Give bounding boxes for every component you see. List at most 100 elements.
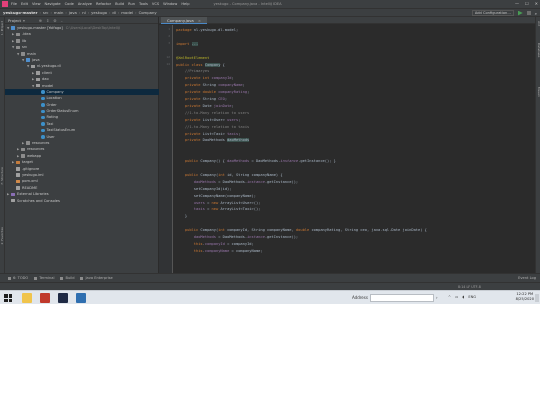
taskbar-clock[interactable]: 12:22 PM 8/25/2020 xyxy=(516,292,534,302)
add-configuration-button[interactable]: Add Configuration... xyxy=(471,10,514,16)
breadcrumb-separator: › xyxy=(135,10,137,15)
code-token: companyName xyxy=(218,83,243,88)
breadcrumb-main[interactable]: main xyxy=(54,10,64,15)
run-icon[interactable] xyxy=(517,10,523,16)
code-line[interactable]: public Company() { daoMethods = DaoMetho… xyxy=(176,158,336,164)
code-line[interactable]: private DaoMethods daoMethods xyxy=(176,137,250,143)
terminal-icon xyxy=(34,276,38,280)
collapse-icon[interactable]: ⇕ xyxy=(46,18,49,23)
code-line[interactable]: taxis = new ArrayList<Taxi>(); xyxy=(176,206,261,212)
code-line[interactable]: //1-to-Many relation to users xyxy=(176,110,249,116)
todo-tool-button[interactable]: 6: TODO xyxy=(8,276,28,280)
language-indicator[interactable]: ENG xyxy=(468,295,476,299)
menu-edit[interactable]: Edit xyxy=(21,2,28,6)
show-desktop-button[interactable] xyxy=(535,294,539,302)
code-line[interactable]: //Primaryes xyxy=(176,68,209,74)
java-enterprise-tool-button[interactable]: Java Enterprise xyxy=(80,276,113,280)
code-line[interactable]: public class Company { xyxy=(176,62,225,68)
code-line[interactable]: private Date joinDate; xyxy=(176,103,234,109)
intellij-taskbar-icon[interactable] xyxy=(58,293,68,303)
code-line[interactable]: private String CEO; xyxy=(176,96,227,102)
maximize-icon[interactable]: ☐ xyxy=(525,1,529,6)
menu-vcs[interactable]: VCS xyxy=(152,2,159,6)
menu-analyze[interactable]: Analyze xyxy=(78,2,92,6)
code-line[interactable]: daoMethods = DaoMethods.instance.getInst… xyxy=(176,234,298,240)
menu-help[interactable]: Help xyxy=(181,2,189,6)
cursor-position[interactable]: 8:14 LF UTF-8 xyxy=(458,285,481,289)
code-line[interactable]: setCompanyId(id); xyxy=(176,186,232,192)
breadcrumb-project[interactable]: yeskugo-master xyxy=(3,10,37,15)
code-token: @XmlRootElement xyxy=(176,55,210,60)
app-icon[interactable] xyxy=(40,293,50,303)
code-token: ; xyxy=(238,117,241,122)
breadcrumb-src[interactable]: src xyxy=(43,10,49,15)
code-line[interactable]: private String companyName; xyxy=(176,82,245,88)
menu-run[interactable]: Run xyxy=(128,2,135,6)
code-line[interactable]: //1-to-Many relation to taxis xyxy=(176,124,249,130)
code-line[interactable]: daoMethods = DaoMethods.instance.getInst… xyxy=(176,179,298,185)
menu-view[interactable]: View xyxy=(32,2,41,6)
address-go-icon[interactable]: › xyxy=(436,295,438,300)
code-line[interactable]: import ... xyxy=(176,41,199,47)
code-token: daoMethods xyxy=(176,235,216,239)
event-log-button[interactable]: Event Log xyxy=(518,276,536,280)
project-panel-title[interactable]: Project xyxy=(8,18,21,23)
breadcrumb-yeskugo[interactable]: yeskugo xyxy=(91,10,107,15)
editor-tab-company[interactable]: Company.java × xyxy=(161,17,208,24)
build-tool-button[interactable]: Build xyxy=(60,276,74,280)
code-line[interactable]: this.companyName = companyName; xyxy=(176,248,263,254)
file-explorer-icon[interactable] xyxy=(22,293,32,303)
folder-icon xyxy=(21,52,25,56)
breadcrumb-dl[interactable]: dl xyxy=(112,10,115,15)
menu-navigate[interactable]: Navigate xyxy=(45,2,61,6)
menu-window[interactable]: Window xyxy=(163,2,177,6)
stop-icon[interactable] xyxy=(526,11,531,15)
menu-tools[interactable]: Tools xyxy=(139,2,148,6)
windows-start-icon[interactable] xyxy=(4,294,12,302)
network-icon[interactable]: ▭ xyxy=(455,295,458,299)
code-line[interactable]: } xyxy=(176,213,187,219)
address-input[interactable] xyxy=(370,294,434,302)
code-line[interactable]: users = new ArrayList<User>(); xyxy=(176,200,261,206)
code-line[interactable]: package nl.yeskugo.dl.model; xyxy=(176,27,238,33)
menu-file[interactable]: File xyxy=(11,2,17,6)
locate-icon[interactable]: ⊕ xyxy=(39,18,42,23)
windows-taskbar: Address › ^ ▭ ◖ ENG 12:22 PM 8/25/2020 xyxy=(0,290,540,304)
code-line[interactable]: private double companyRating; xyxy=(176,89,249,95)
hide-icon[interactable]: – xyxy=(61,18,63,23)
code-token: Company( xyxy=(200,228,219,233)
browser-taskbar-icon[interactable] xyxy=(76,293,86,303)
close-icon[interactable]: ✕ xyxy=(535,1,538,6)
project-panel: Project ▾ ⊕ ⇕ ⚙ – ▼ yeskugo-master [Yolfa… xyxy=(5,17,159,273)
tray-up-arrow-icon[interactable]: ^ xyxy=(448,295,451,299)
class-icon xyxy=(41,128,45,133)
volume-icon[interactable]: ◖ xyxy=(462,295,464,299)
menu-code[interactable]: Code xyxy=(65,2,74,6)
code-token: .getInstance(); xyxy=(264,235,299,239)
minimize-icon[interactable]: — xyxy=(515,1,519,6)
breadcrumb-separator: › xyxy=(108,10,111,15)
tab-close-icon[interactable]: × xyxy=(198,18,201,23)
tree-item[interactable]: Scratches and Consoles xyxy=(5,198,159,204)
code-line[interactable]: public Company(int id, String companyNam… xyxy=(176,172,283,178)
code-line[interactable]: private List<Taxi> taxis; xyxy=(176,131,241,137)
breadcrumb-model[interactable]: model xyxy=(121,10,133,15)
code-area[interactable]: package nl.yeskugo.dl.model; import ... @X… xyxy=(176,25,535,273)
code-line[interactable]: this.companyId = companyId; xyxy=(176,241,254,247)
breadcrumb-nl[interactable]: nl xyxy=(82,10,85,15)
menu-build[interactable]: Build xyxy=(115,2,124,6)
search-icon[interactable]: ⌕ xyxy=(535,11,537,16)
code-line[interactable]: @XmlRootElement xyxy=(176,55,209,61)
menu-refactor[interactable]: Refactor xyxy=(96,2,111,6)
code-token: Company xyxy=(204,62,221,67)
terminal-tool-button[interactable]: Terminal xyxy=(34,276,54,280)
breadcrumb-company[interactable]: Company xyxy=(139,10,157,15)
settings-gear-icon[interactable]: ⚙ xyxy=(53,18,56,23)
code-line[interactable]: public Company(int companyId, String com… xyxy=(176,227,427,233)
breadcrumb-java[interactable]: java xyxy=(69,10,77,15)
dropdown-chevron-icon[interactable]: ▾ xyxy=(23,18,25,23)
code-line[interactable]: private List<User> users; xyxy=(176,117,241,123)
code-line[interactable]: setCompanyName(companyName); xyxy=(176,193,256,199)
breadcrumb-separator: › xyxy=(65,10,67,15)
code-line[interactable]: private int companyId; xyxy=(176,75,234,81)
